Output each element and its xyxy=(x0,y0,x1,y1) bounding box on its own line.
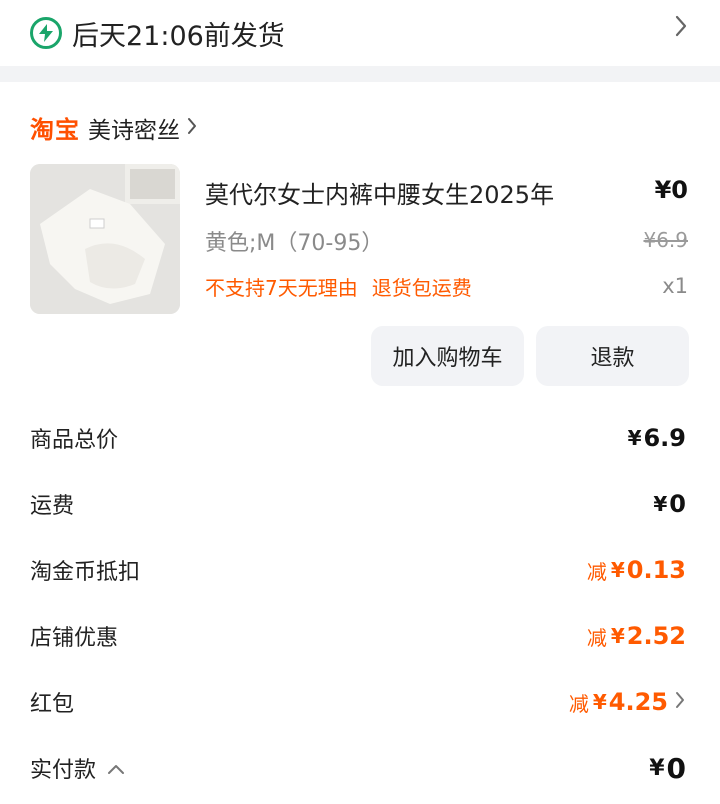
actual-payment-row[interactable]: 实付款 ¥0 xyxy=(30,748,686,788)
taobao-logo: 淘宝 xyxy=(30,116,80,144)
refund-button[interactable]: 退款 xyxy=(536,326,689,386)
red-packet-label: 红包 xyxy=(30,692,75,717)
shipping-fee-row: 运费 ¥0 xyxy=(30,484,686,524)
currency-symbol: ¥ xyxy=(653,492,668,516)
product-thumbnail[interactable] xyxy=(30,164,180,314)
currency-symbol: ¥ xyxy=(627,426,642,450)
red-packet-amount: 4.25 xyxy=(608,688,668,716)
minus-prefix: 减 xyxy=(586,625,607,650)
actual-payment-label[interactable]: 实付款 xyxy=(30,752,126,784)
store-discount-row: 店铺优惠 减 ¥2.52 xyxy=(30,616,686,656)
shop-name[interactable]: 美诗密丝 xyxy=(88,111,180,145)
chevron-right-icon[interactable] xyxy=(674,688,686,716)
store-discount-amount: 2.52 xyxy=(626,622,686,650)
shipping-fee-label: 运费 xyxy=(30,494,75,519)
currency-symbol: ¥ xyxy=(610,558,625,582)
red-packet-value[interactable]: 减 ¥4.25 xyxy=(569,688,686,717)
total-price-label: 商品总价 xyxy=(30,428,119,453)
minus-prefix: 减 xyxy=(568,691,589,716)
coin-deduction-amount: 0.13 xyxy=(626,556,686,584)
no-return-tag: 不支持7天无理由 xyxy=(205,276,358,300)
chevron-right-icon[interactable] xyxy=(674,14,688,42)
shipping-time-text: 后天21:06前发货 xyxy=(72,20,285,52)
chevron-right-icon xyxy=(186,116,198,140)
shop-row[interactable]: 淘宝 美诗密丝 xyxy=(30,110,198,145)
shipping-fee-value: ¥0 xyxy=(653,490,686,518)
quantity: x1 xyxy=(662,274,688,298)
currency-symbol: ¥ xyxy=(610,624,625,648)
lightning-icon xyxy=(30,17,62,49)
product-title[interactable]: 莫代尔女士内裤中腰女生2025年 xyxy=(205,175,554,210)
service-tags: 不支持7天无理由 退货包运费 xyxy=(205,272,472,301)
shipping-fee-amount: 0 xyxy=(669,490,686,518)
original-price: ¥6.9 xyxy=(643,228,688,252)
product-variant: 黄色;M（70-95） xyxy=(205,231,384,256)
coin-deduction-value: 减 ¥0.13 xyxy=(587,556,686,585)
actual-payment-text: 实付款 xyxy=(30,758,97,783)
actual-payment-amount: 0 xyxy=(666,751,686,785)
add-to-cart-button[interactable]: 加入购物车 xyxy=(371,326,524,386)
red-packet-row[interactable]: 红包 减 ¥4.25 xyxy=(30,682,686,722)
total-price-amount: 6.9 xyxy=(643,424,686,452)
coin-deduction-row: 淘金币抵扣 减 ¥0.13 xyxy=(30,550,686,590)
currency-symbol: ¥ xyxy=(649,755,665,781)
coin-deduction-label: 淘金币抵扣 xyxy=(30,560,141,585)
total-price-row: 商品总价 ¥6.9 xyxy=(30,418,686,458)
actual-payment-value: ¥0 xyxy=(649,752,686,785)
currency-symbol: ¥ xyxy=(592,690,607,714)
product-price: ¥0 xyxy=(654,176,688,204)
section-divider xyxy=(0,66,720,82)
chevron-up-icon[interactable] xyxy=(106,756,126,781)
store-discount-value: 减 ¥2.52 xyxy=(587,622,686,651)
shipping-bar[interactable]: 后天21:06前发货 xyxy=(0,0,720,66)
return-shipping-tag: 退货包运费 xyxy=(371,276,472,300)
total-price-value: ¥6.9 xyxy=(628,424,686,452)
minus-prefix: 减 xyxy=(586,559,607,584)
store-discount-label: 店铺优惠 xyxy=(30,626,119,651)
